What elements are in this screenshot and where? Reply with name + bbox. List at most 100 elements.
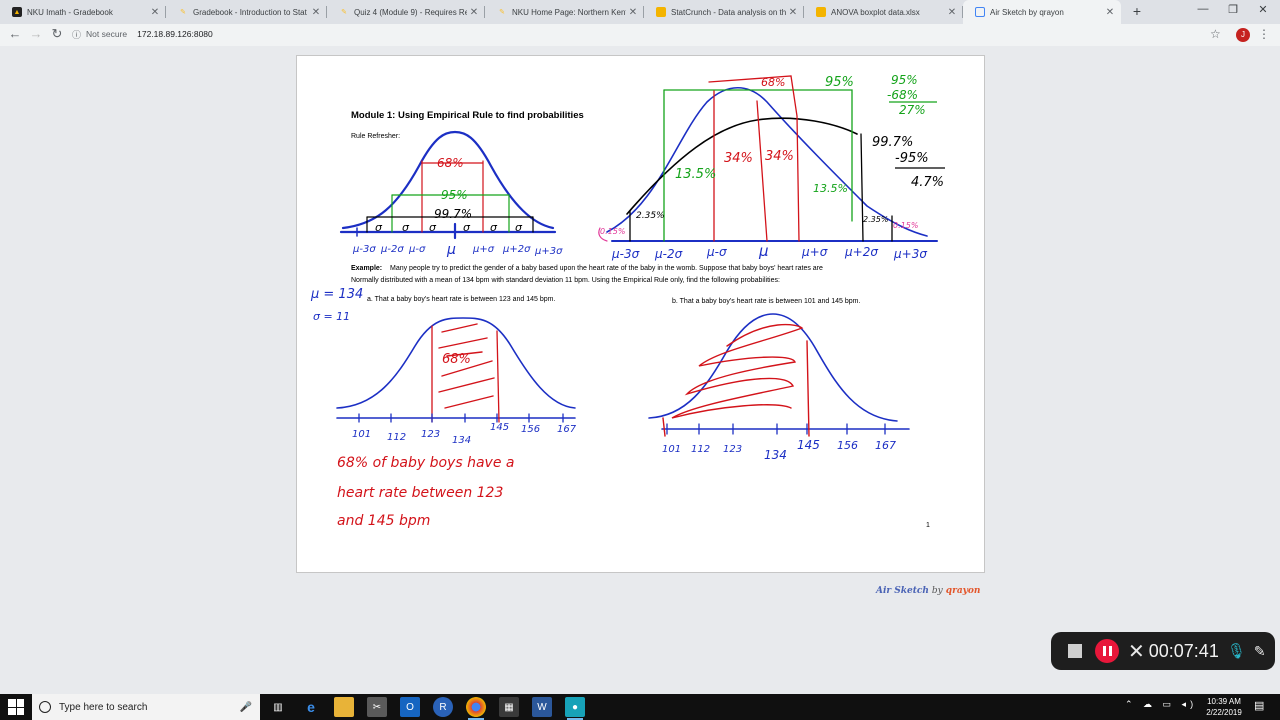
- pen-icon[interactable]: ✎: [1254, 643, 1266, 660]
- tab-nku-imath[interactable]: ▲ NKU Imath - Gradebook ✕: [0, 0, 166, 24]
- stop-recording-button[interactable]: [1068, 644, 1082, 658]
- tab-gradebook[interactable]: ✎ Gradebook - Introduction to Stat ✕: [166, 0, 327, 24]
- restore-window-button[interactable]: ❐: [1218, 3, 1248, 16]
- answer-line-3: and 145 bpm: [337, 513, 430, 529]
- big-label-34-left: 34%: [724, 151, 753, 166]
- sigma-label: σ: [375, 221, 383, 234]
- word-icon[interactable]: W: [532, 697, 552, 717]
- close-window-button[interactable]: ✕: [1248, 3, 1278, 16]
- edge-icon[interactable]: e: [301, 697, 321, 717]
- brand-maker: qrayon: [945, 586, 981, 596]
- new-tab-button[interactable]: +: [1128, 3, 1146, 19]
- axis-label-mu-minus-3sigma: μ-3σ: [611, 247, 640, 261]
- profile-avatar[interactable]: J: [1236, 28, 1250, 42]
- close-tab-icon[interactable]: ✕: [467, 7, 481, 18]
- info-icon[interactable]: ⓘ: [72, 28, 81, 41]
- tab-title: ANOVA boxplot data.xlsx: [831, 7, 920, 17]
- part-b-curve: [648, 313, 910, 437]
- calc-b-line2: -95%: [895, 151, 929, 166]
- tab-title: Quiz 4 (Module 9) - Requires Re: [354, 7, 467, 17]
- minimize-window-button[interactable]: —: [1188, 3, 1218, 15]
- close-tab-icon[interactable]: ✕: [309, 7, 323, 18]
- axis-label-mu: μ: [446, 242, 456, 258]
- recorder-app-icon[interactable]: ●: [565, 697, 585, 720]
- part-a-labels: 68% 101 112 123 134 145 156 167 68% of b…: [337, 352, 577, 529]
- calc-b-line3: 4.7%: [911, 175, 944, 190]
- outlook-icon[interactable]: O: [400, 697, 420, 717]
- sigma-label: σ: [490, 221, 498, 234]
- notification-icon[interactable]: ▤: [1254, 699, 1264, 712]
- document-page[interactable]: Module 1: Using Empirical Rule to find p…: [296, 55, 985, 573]
- big-label-015-left: 0.15%: [600, 227, 625, 236]
- axis-label-mu: μ: [758, 242, 769, 260]
- answer-line-1: 68% of baby boys have a: [337, 455, 514, 471]
- brand-name: Air Sketch: [876, 586, 929, 596]
- pause-recording-button[interactable]: [1095, 639, 1119, 663]
- tab-anova[interactable]: ANOVA boxplot data.xlsx ✕: [804, 0, 963, 24]
- search-placeholder: Type here to search: [59, 701, 148, 713]
- microphone-icon[interactable]: 🎤: [240, 702, 252, 713]
- tab-air-sketch[interactable]: Air Sketch by qrayon ✕: [963, 0, 1121, 24]
- axis-value-145: 145: [490, 422, 509, 433]
- sigma-label: σ: [402, 221, 410, 234]
- microphone-icon[interactable]: 🎙: [1227, 642, 1246, 660]
- reference-normal-curve: [339, 130, 557, 240]
- brand-by: by: [931, 586, 943, 596]
- part-b-text: b. That a baby boy's heart rate is betwe…: [672, 298, 860, 305]
- document-title: Module 1: Using Empirical Rule to find p…: [351, 110, 584, 121]
- calc-b-line1: 99.7%: [872, 135, 913, 150]
- close-tab-icon[interactable]: ✕: [148, 7, 162, 18]
- tab-nku-home[interactable]: ✎ NKU Home Page: Northern Kent ✕: [485, 0, 644, 24]
- tab-title: NKU Home Page: Northern Kent: [512, 7, 626, 17]
- tab-quiz[interactable]: ✎ Quiz 4 (Module 9) - Requires Re ✕: [327, 0, 485, 24]
- system-tray[interactable]: ⌃ ☁ ▭ ◂): [1125, 699, 1197, 710]
- example-text-line1: Many people try to predict the gender of…: [390, 265, 823, 272]
- screen-recorder-bar: ✕ 00:07:41 🎙 ✎: [1051, 632, 1275, 670]
- file-explorer-icon[interactable]: [334, 697, 354, 717]
- axis-value-167: 167: [875, 439, 896, 452]
- start-button[interactable]: [8, 699, 24, 715]
- page-viewport: Module 1: Using Empirical Rule to find p…: [0, 46, 1280, 694]
- label-68: 68%: [437, 156, 464, 170]
- close-tab-icon[interactable]: ✕: [786, 7, 800, 18]
- blue-app-icon[interactable]: R: [433, 697, 453, 717]
- chrome-icon[interactable]: [466, 697, 486, 720]
- axis-label-mu-plus-3sigma: μ+3σ: [893, 247, 927, 261]
- snipping-tool-icon[interactable]: ✂: [367, 697, 387, 717]
- bookmark-star-icon[interactable]: ☆: [1210, 27, 1221, 41]
- tab-title: StatCrunch - Data analysis on the: [671, 7, 786, 17]
- axis-label-mu-plus-2sigma: μ+2σ: [502, 244, 531, 255]
- forward-arrow-icon[interactable]: →: [27, 26, 45, 41]
- more-menu-icon[interactable]: ⋮: [1258, 27, 1270, 41]
- taskbar-clock[interactable]: 10:39 AM 2/22/2019: [1203, 696, 1245, 718]
- reload-icon[interactable]: ↻: [48, 26, 66, 42]
- reference-curve-labels: 68% 95% 99.7% σ σ σ σ σ σ μ-3σ μ-2σ μ-σ …: [352, 156, 563, 258]
- big-label-235-right: 2.35%: [863, 215, 888, 224]
- sigma-label: σ: [463, 221, 471, 234]
- big-label-015-right: 0.15%: [893, 221, 918, 230]
- canvas-favicon-icon: ✎: [499, 9, 505, 16]
- task-view-icon[interactable]: ▥: [268, 697, 288, 717]
- nku-favicon-icon: ▲: [12, 7, 22, 17]
- axis-value-156: 156: [837, 439, 858, 452]
- close-tab-icon[interactable]: ✕: [1103, 7, 1117, 18]
- sigma-label: σ: [429, 221, 437, 234]
- address-bar[interactable]: ⓘ Not secure 172.18.89.126:8080: [72, 26, 213, 42]
- url-text[interactable]: 172.18.89.126:8080: [137, 29, 213, 39]
- sketch-canvas[interactable]: Module 1: Using Empirical Rule to find p…: [297, 56, 986, 574]
- close-tab-icon[interactable]: ✕: [626, 7, 640, 18]
- part-a-curve: [336, 317, 576, 423]
- axis-label-mu-minus-sigma: μ-σ: [706, 245, 727, 259]
- tab-statcrunch[interactable]: StatCrunch - Data analysis on the ✕: [644, 0, 804, 24]
- back-arrow-icon[interactable]: ←: [6, 26, 24, 41]
- taskbar-search[interactable]: Type here to search 🎤: [32, 694, 260, 720]
- sigma-label: σ: [515, 221, 523, 234]
- axis-value-156: 156: [521, 424, 540, 435]
- calculator-icon[interactable]: ▦: [499, 697, 519, 717]
- clock-time: 10:39 AM: [1207, 697, 1241, 706]
- big-label-68: 68%: [761, 76, 785, 89]
- close-tab-icon[interactable]: ✕: [945, 7, 959, 18]
- cancel-recording-icon[interactable]: ✕: [1128, 639, 1145, 664]
- clock-date: 2/22/2019: [1206, 708, 1242, 717]
- big-label-95: 95%: [825, 75, 854, 90]
